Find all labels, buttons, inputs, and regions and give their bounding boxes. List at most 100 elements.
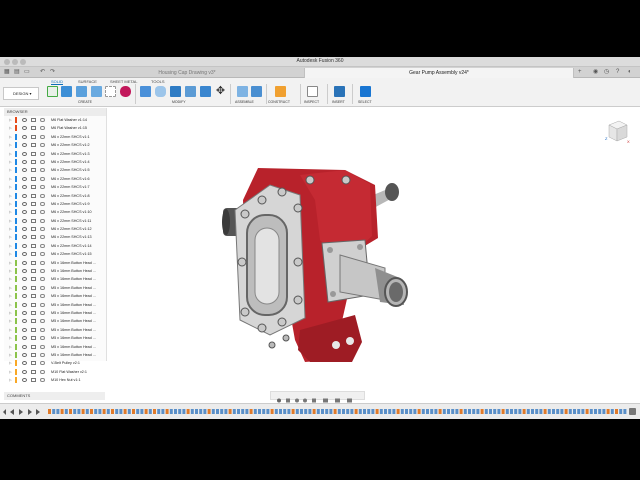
data-panel-icon[interactable]: ▦ <box>4 69 10 76</box>
timeline-feature-icon[interactable] <box>186 409 190 414</box>
browser-item[interactable]: ▷ M6 x 22mm SHCS v1:3 <box>4 150 106 158</box>
create-form-icon[interactable] <box>120 86 131 97</box>
timeline-feature-icon[interactable] <box>333 409 337 414</box>
timeline-feature-icon[interactable] <box>455 409 459 414</box>
timeline-feature-icon[interactable] <box>241 409 245 414</box>
group-insert[interactable]: INSERT <box>332 100 345 104</box>
browser-item[interactable]: ▷ M5 x 16mm Button Head ... <box>4 267 106 275</box>
timeline-feature-icon[interactable] <box>178 409 182 414</box>
viewports-icon[interactable] <box>347 398 352 403</box>
timeline-feature-icon[interactable] <box>367 409 371 414</box>
visibility-eye-icon[interactable] <box>22 176 27 181</box>
browser-item[interactable]: ▷ M6 x 22mm SHCS v1:9 <box>4 200 106 208</box>
timeline-feature-icon[interactable] <box>249 409 253 414</box>
timeline-feature-icon[interactable] <box>543 409 547 414</box>
expand-caret-icon[interactable]: ▷ <box>9 309 12 317</box>
timeline-feature-icon[interactable] <box>577 409 581 414</box>
timeline-feature-icon[interactable] <box>69 409 72 414</box>
timeline-feature-icon[interactable] <box>220 409 224 414</box>
timeline-feature-icon[interactable] <box>518 409 522 414</box>
timeline-feature-icon[interactable] <box>300 409 303 414</box>
visibility-eye-icon[interactable] <box>22 118 27 122</box>
timeline-feature-icon[interactable] <box>434 409 438 414</box>
timeline-feature-icon[interactable] <box>560 409 564 414</box>
timeline-feature-icon[interactable] <box>270 409 274 414</box>
job-status-icon[interactable]: ◉ <box>593 69 598 76</box>
timeline-feature-icon[interactable] <box>476 409 480 414</box>
timeline-feature-icon[interactable] <box>547 409 551 414</box>
timeline-feature-icon[interactable] <box>354 409 358 414</box>
timeline-feature-icon[interactable] <box>510 409 513 414</box>
extrude-icon[interactable] <box>61 86 72 97</box>
browser-item[interactable]: ▷ M5 x 16mm Button Head ... <box>4 275 106 283</box>
visibility-eye-icon[interactable] <box>22 260 27 265</box>
timeline-feature-icon[interactable] <box>245 409 249 414</box>
browser-item[interactable]: ▷ M5 x 16mm Button Head ... <box>4 343 106 351</box>
timeline-feature-icon[interactable] <box>409 409 413 414</box>
expand-caret-icon[interactable]: ▷ <box>9 267 12 275</box>
create-sketch-icon[interactable] <box>47 86 58 97</box>
expand-caret-icon[interactable]: ▷ <box>9 343 12 351</box>
timeline-feature-icon[interactable] <box>514 409 518 414</box>
timeline-feature-icon[interactable] <box>568 409 572 414</box>
timeline-feature-icon[interactable] <box>90 409 93 414</box>
timeline-feature-icon[interactable] <box>350 409 354 414</box>
timeline-feature-icon[interactable] <box>111 409 114 414</box>
visibility-eye-icon[interactable] <box>22 151 27 156</box>
visibility-eye-icon[interactable] <box>22 285 27 290</box>
timeline-feature-icon[interactable] <box>615 409 618 414</box>
visibility-eye-icon[interactable] <box>22 369 27 374</box>
timeline-feature-icon[interactable] <box>291 409 295 414</box>
timeline-feature-icon[interactable] <box>501 409 505 414</box>
notifications-icon[interactable]: ◷ <box>604 69 609 76</box>
select-icon[interactable] <box>360 86 371 97</box>
timeline-feature-icon[interactable] <box>623 409 627 414</box>
browser-item[interactable]: ▷ M5 x 16mm Button Head ... <box>4 351 106 359</box>
expand-caret-icon[interactable]: ▷ <box>9 359 12 367</box>
tab-sheet-metal[interactable]: SHEET METAL <box>110 79 137 84</box>
timeline-feature-icon[interactable] <box>262 409 266 414</box>
timeline-feature-icon[interactable] <box>81 409 85 414</box>
expand-caret-icon[interactable]: ▷ <box>9 166 12 174</box>
timeline-feature-icon[interactable] <box>493 409 497 414</box>
timeline-feature-icon[interactable] <box>253 409 257 414</box>
timeline-feature-icon[interactable] <box>438 409 442 414</box>
expand-caret-icon[interactable]: ▷ <box>9 317 12 325</box>
expand-caret-icon[interactable]: ▷ <box>9 301 12 309</box>
visibility-eye-icon[interactable] <box>22 227 27 232</box>
expand-caret-icon[interactable]: ▷ <box>9 192 12 200</box>
timeline-feature-icon[interactable] <box>228 409 232 414</box>
browser-item[interactable]: ▷ M6 x 22mm SHCS v1:7 <box>4 183 106 191</box>
timeline-feature-icon[interactable] <box>417 409 421 414</box>
visibility-eye-icon[interactable] <box>22 126 27 131</box>
rectangular-pattern-icon[interactable] <box>105 86 116 97</box>
timeline-feature-icon[interactable] <box>279 409 282 414</box>
expand-caret-icon[interactable]: ▷ <box>9 376 12 384</box>
timeline-feature-icon[interactable] <box>94 409 98 414</box>
group-assemble[interactable]: ASSEMBLE <box>235 100 254 104</box>
timeline-feature-icon[interactable] <box>77 409 81 414</box>
timeline-feature-icon[interactable] <box>203 409 207 414</box>
offset-plane-icon[interactable] <box>275 86 286 97</box>
browser-item[interactable]: ▷ M6 x 22mm SHCS v1:14 <box>4 242 106 250</box>
move-icon[interactable]: ✥ <box>215 86 226 97</box>
visibility-eye-icon[interactable] <box>22 235 27 240</box>
visibility-eye-icon[interactable] <box>22 159 27 164</box>
timeline-feature-icon[interactable] <box>312 409 316 414</box>
timeline-feature-icon[interactable] <box>140 409 144 414</box>
timeline-feature-icon[interactable] <box>346 409 350 414</box>
workspace-switcher[interactable]: DESIGN ▾ <box>3 87 39 100</box>
timeline-feature-icon[interactable] <box>573 409 576 414</box>
browser-item[interactable]: ▷ V-Belt Pulley v2:1 <box>4 359 106 367</box>
timeline-feature-icon[interactable] <box>505 409 509 414</box>
browser-item[interactable]: ▷ M6 x 22mm SHCS v1:13 <box>4 233 106 241</box>
timeline-feature-icon[interactable] <box>283 409 287 414</box>
timeline-feature-icon[interactable] <box>442 409 446 414</box>
timeline-feature-icon[interactable] <box>199 409 203 414</box>
timeline-feature-icon[interactable] <box>598 409 602 414</box>
timeline-feature-icon[interactable] <box>216 409 219 414</box>
expand-caret-icon[interactable]: ▷ <box>9 133 12 141</box>
timeline-feature-icon[interactable] <box>371 409 375 414</box>
browser-item[interactable]: ▷ M5 x 16mm Button Head ... <box>4 259 106 267</box>
timeline-feature-icon[interactable] <box>73 409 77 414</box>
